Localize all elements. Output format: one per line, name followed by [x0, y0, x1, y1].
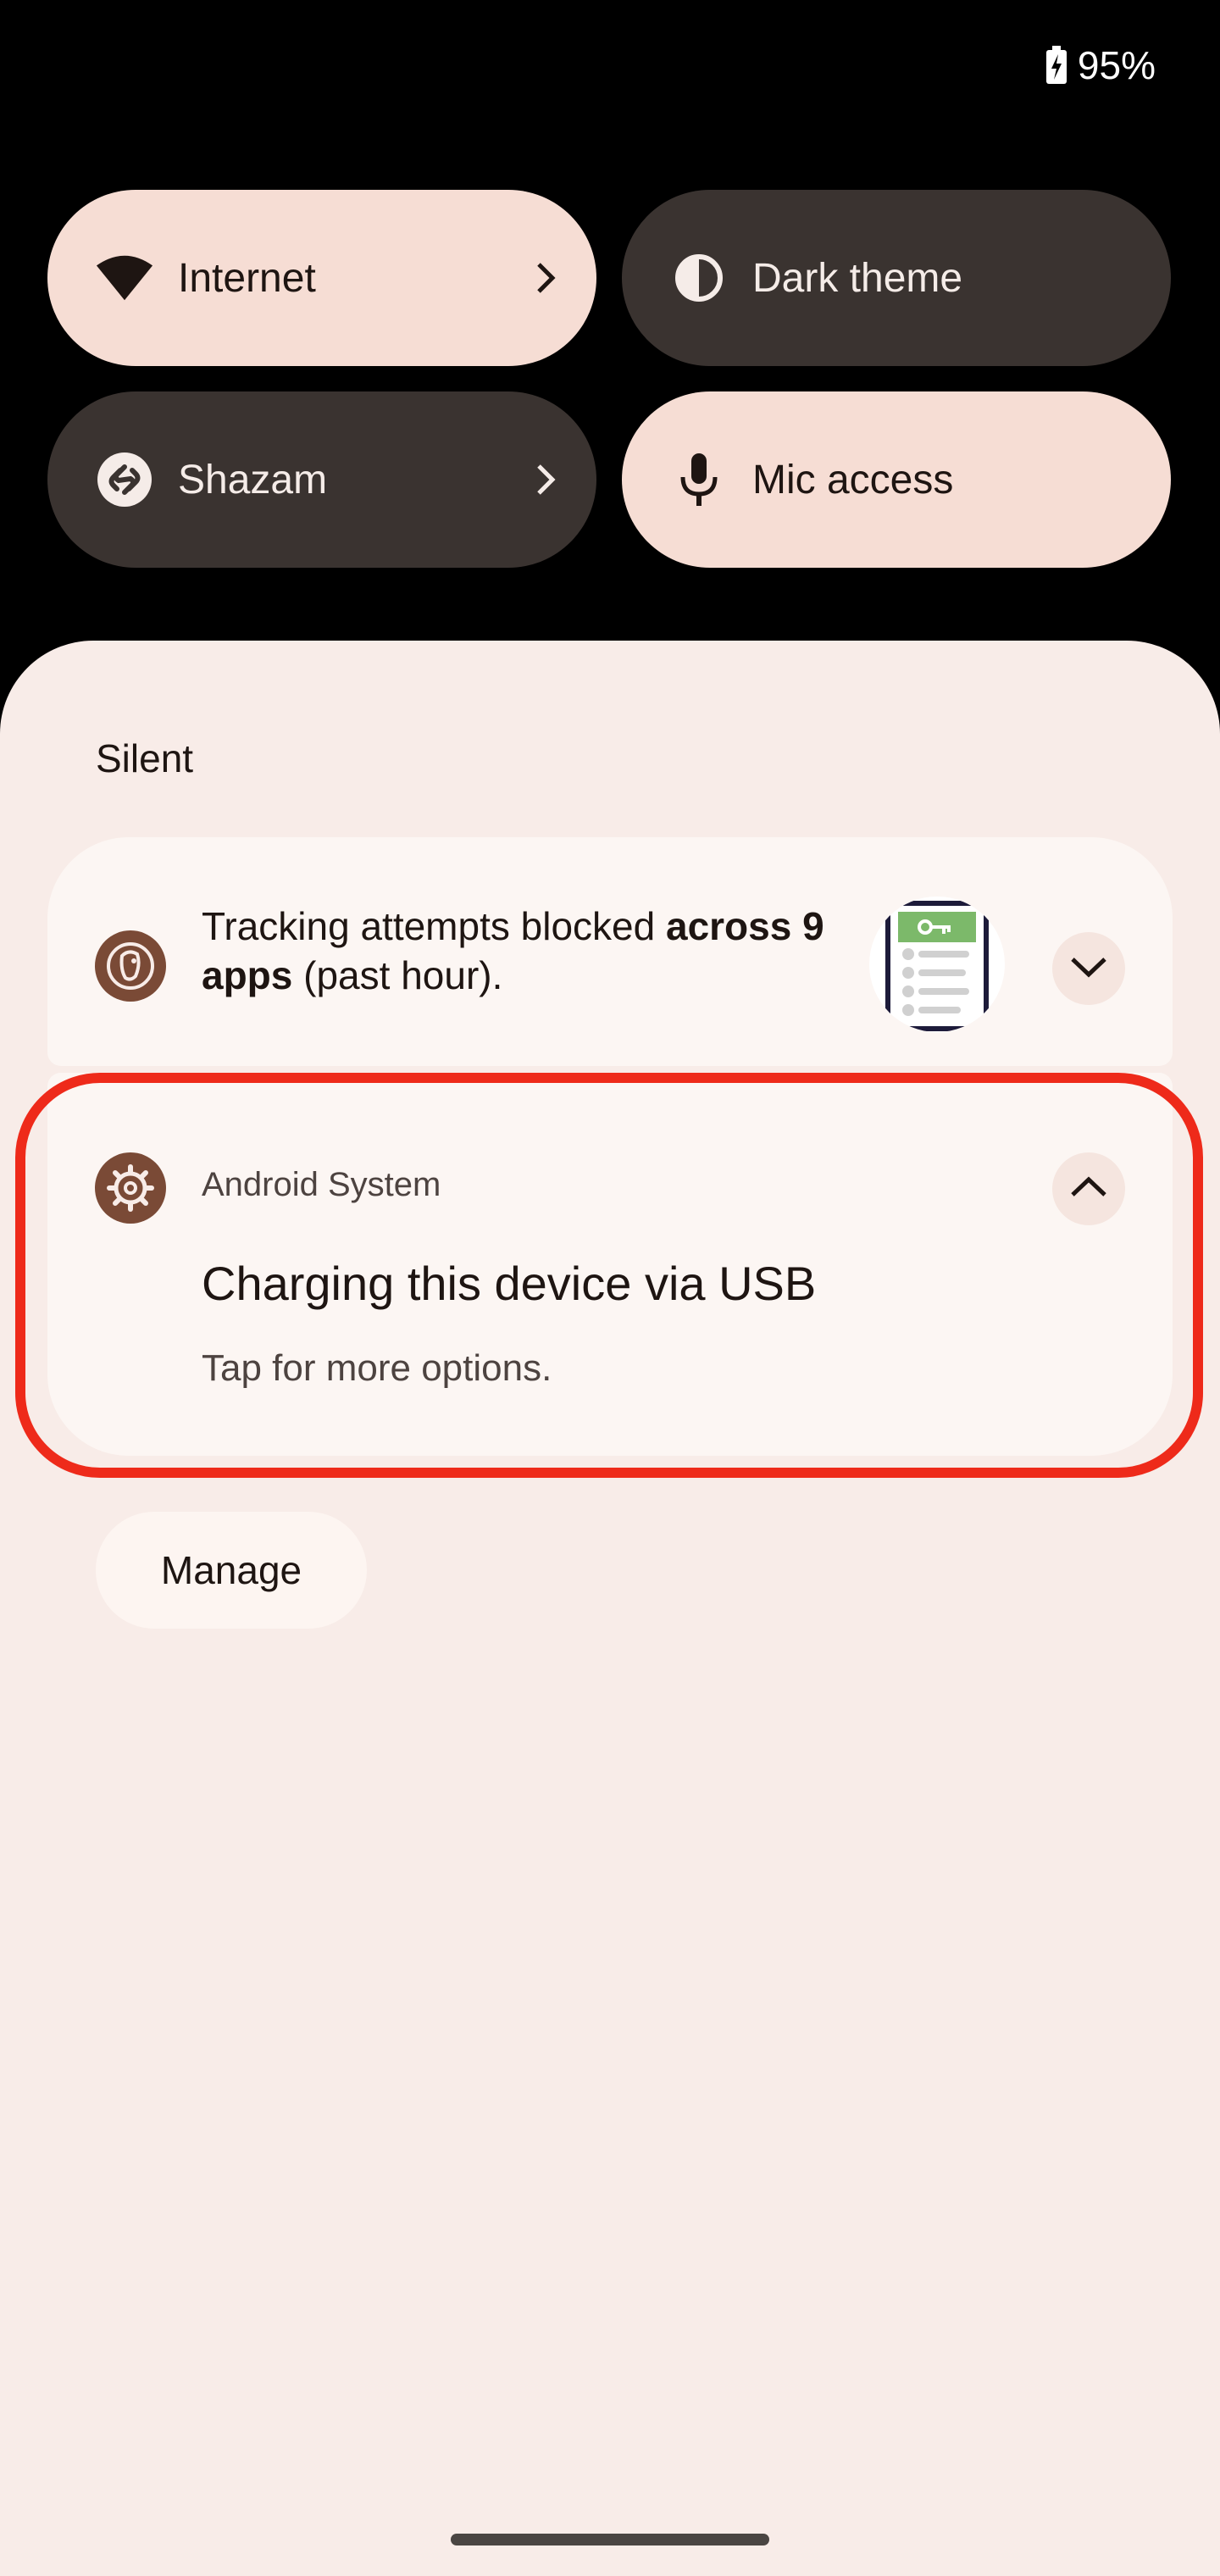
notification-android-system[interactable]: Android System Charging this device via …	[47, 1073, 1173, 1456]
tracking-notification-text: Tracking attempts blocked across 9 apps …	[202, 904, 824, 997]
battery-charging-icon	[1045, 46, 1068, 85]
tile-label: Internet	[178, 255, 316, 301]
battery-indicator: 95%	[1045, 42, 1156, 88]
dark-theme-icon	[669, 248, 729, 308]
chevron-right-icon	[535, 253, 556, 308]
settings-gear-icon	[95, 1152, 166, 1224]
tile-mic-access[interactable]: Mic access	[622, 391, 1171, 568]
collapse-button[interactable]	[1052, 1152, 1125, 1225]
battery-percent: 95%	[1077, 43, 1156, 87]
app-list-illustration-icon	[869, 897, 1005, 1032]
status-bar: 95%	[0, 0, 1220, 144]
app-name: Android System	[202, 1166, 441, 1203]
tile-label: Mic access	[752, 457, 954, 502]
chevron-right-icon	[535, 454, 556, 509]
section-title-silent: Silent	[96, 736, 194, 780]
tile-internet[interactable]: Internet	[47, 190, 596, 366]
chevron-down-icon	[1069, 954, 1108, 984]
navigation-handle[interactable]	[451, 2534, 769, 2545]
chevron-up-icon	[1069, 1174, 1108, 1204]
wifi-icon	[95, 248, 154, 308]
notification-title: Charging this device via USB	[202, 1257, 817, 1310]
shazam-icon	[95, 450, 154, 509]
tile-label: Shazam	[178, 457, 328, 502]
tile-label: Dark theme	[752, 255, 963, 301]
tile-shazam[interactable]: Shazam	[47, 391, 596, 568]
tile-dark-theme[interactable]: Dark theme	[622, 190, 1171, 366]
manage-button[interactable]: Manage	[96, 1512, 367, 1629]
expand-button[interactable]	[1052, 932, 1125, 1005]
notification-tracking[interactable]: Tracking attempts blocked across 9 apps …	[47, 837, 1173, 1066]
notification-body: Tap for more options.	[202, 1347, 552, 1389]
duckduckgo-icon	[95, 930, 166, 1002]
mic-icon	[669, 450, 729, 509]
